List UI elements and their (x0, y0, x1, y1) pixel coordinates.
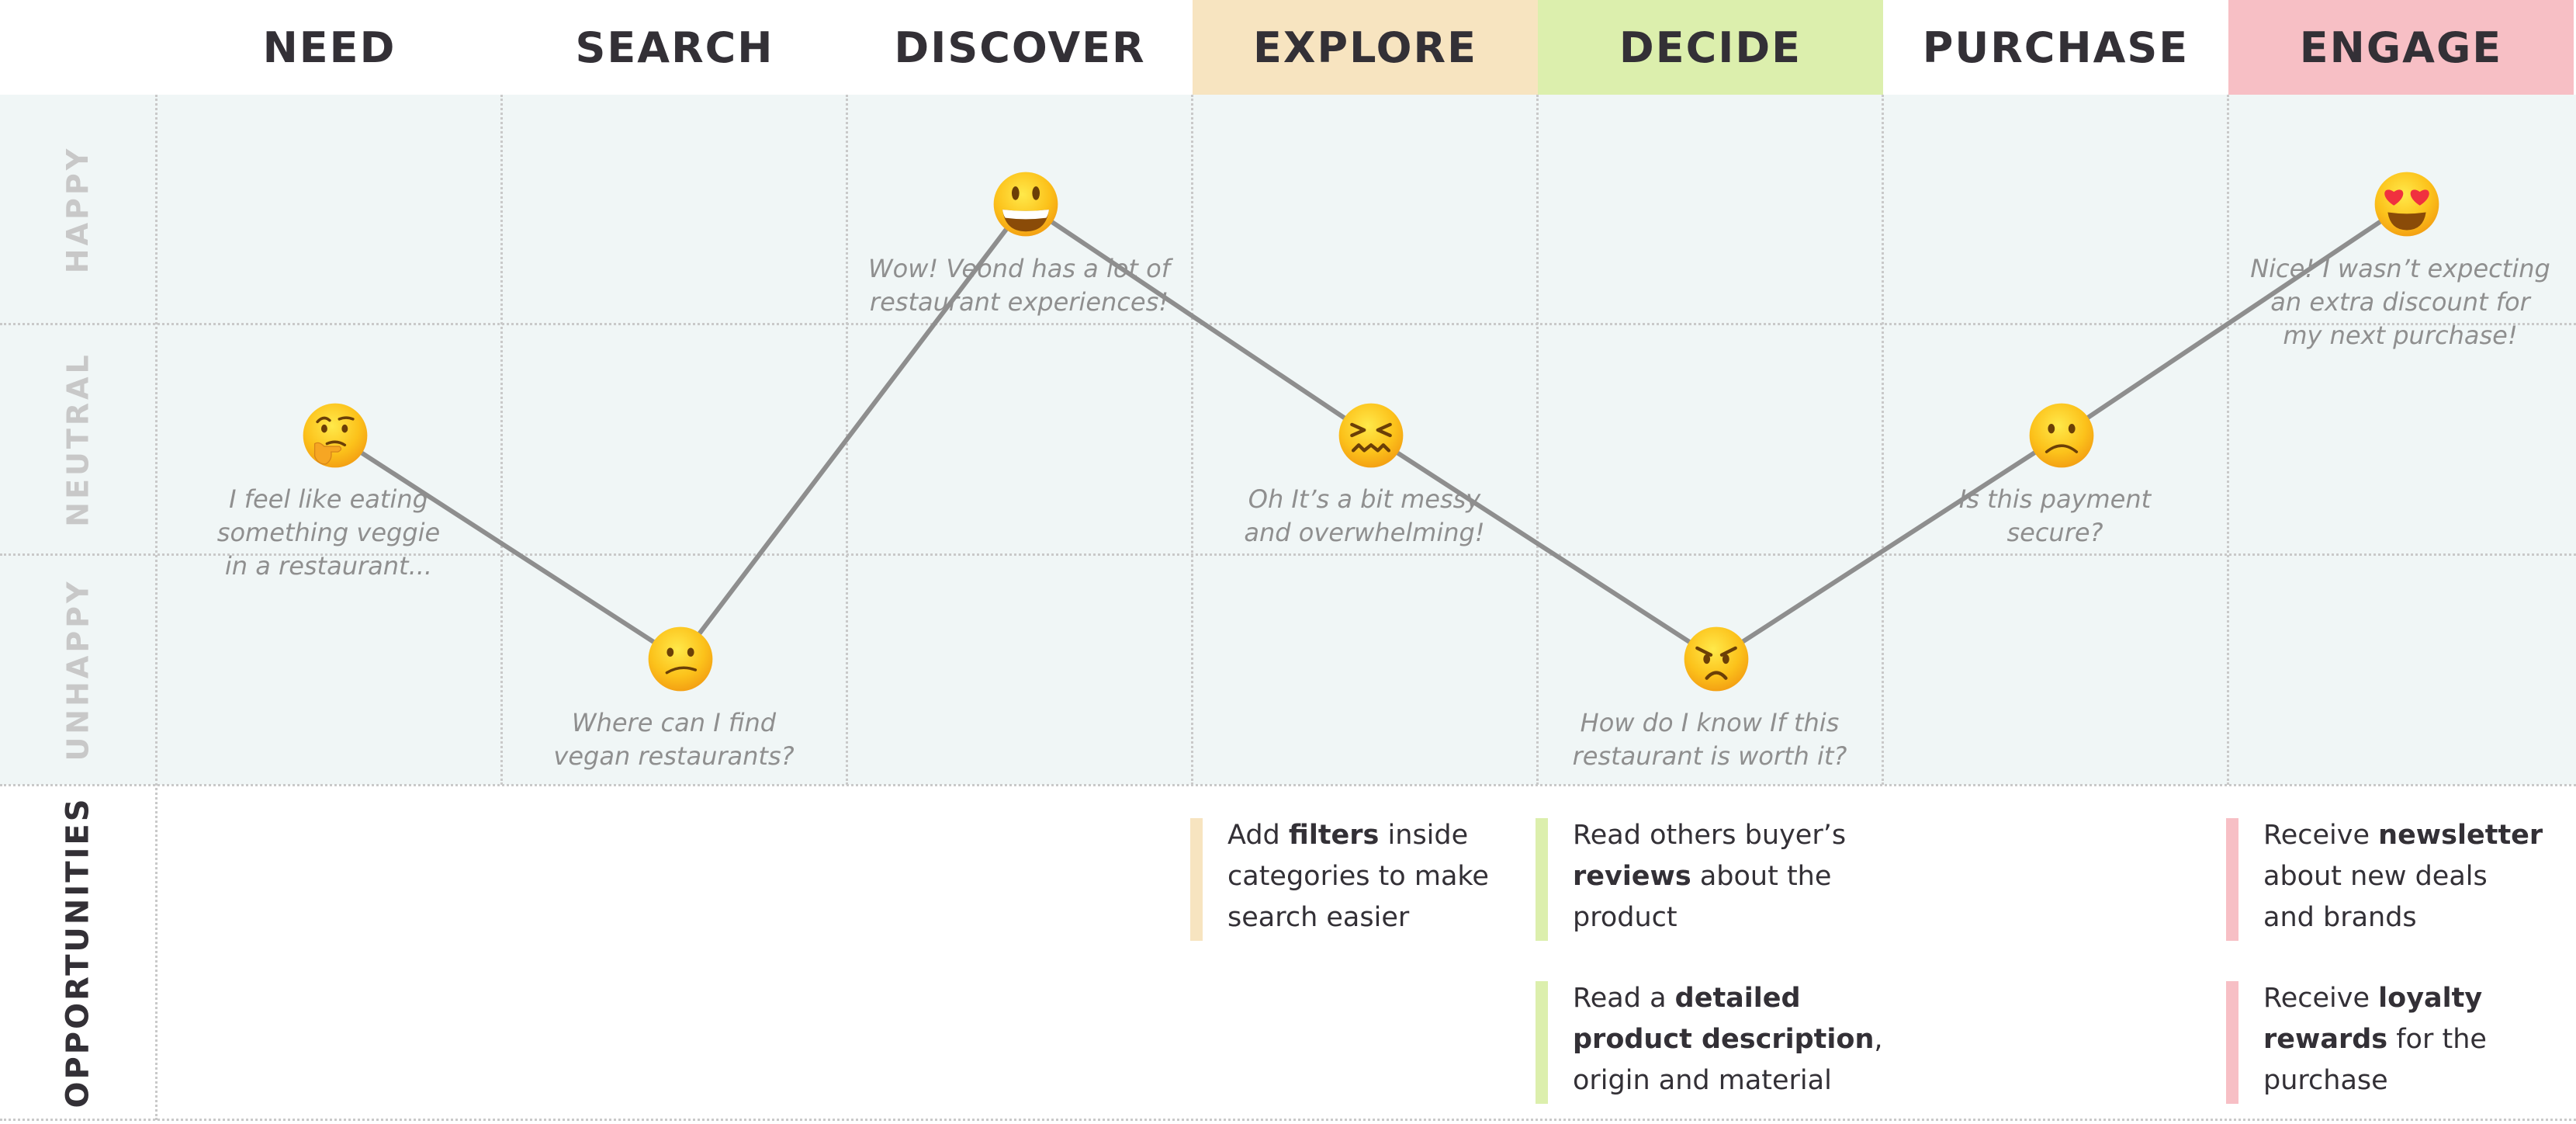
opportunity-text-segment: about the (1691, 861, 1832, 892)
stage-quote-need: I feel like eating something veggie in a r… (166, 483, 492, 583)
quote-line: Oh It’s a bit messy (1248, 484, 1481, 514)
angry-face-icon (1684, 626, 1748, 692)
opportunity-accent-bar (2226, 818, 2238, 941)
opportunity-text-segment: product (1573, 902, 1678, 933)
opportunity-line: Receive newsletter (2263, 815, 2543, 856)
confused-face-icon (648, 626, 712, 692)
thinking-face-icon (303, 403, 367, 468)
opportunity-text-segment: about new deals (2263, 861, 2488, 892)
opportunity-text-segment: Add (1227, 820, 1289, 851)
opportunity-keyword: product description (1573, 1024, 1875, 1055)
opportunity-keyword: detailed (1674, 983, 1801, 1014)
opportunity-keyword: newsletter (2378, 820, 2543, 851)
quote-line: I feel like eating (229, 484, 428, 514)
quote-line: something veggie (216, 518, 441, 547)
journey-segment (1023, 202, 1373, 438)
opportunity-text-segment: Read a (1573, 983, 1675, 1014)
opportunity-text: Receive newsletter about new deals and bra… (2263, 815, 2543, 938)
opportunity-accent-bar (1536, 818, 1548, 941)
opportunity-line: about new deals (2263, 856, 2543, 897)
opportunity-keyword: reviews (1573, 861, 1691, 892)
opportunity-text-segment: search easier (1227, 902, 1410, 933)
opportunity-item: Receive newsletter about new deals and bra… (2226, 818, 2567, 941)
opportunity-text-segment: categories to make (1227, 861, 1489, 892)
opportunity-item: Read a detailed product description, origi… (1536, 981, 1883, 1104)
opportunity-line: origin and material (1573, 1060, 1883, 1101)
quote-line: in a restaurant... (224, 551, 433, 581)
opportunity-text-segment: Receive (2263, 820, 2379, 851)
stage-quote-explore: Oh It’s a bit messy and overwhelming! (1202, 483, 1528, 550)
opportunity-text-segment: and brands (2263, 902, 2417, 933)
stage-quote-purchase: Is this payment secure? (1892, 483, 2218, 550)
opportunity-item: Receive loyalty rewards for the purchase (2226, 981, 2567, 1104)
opportunity-accent-bar (1536, 981, 1548, 1104)
opportunity-text: Receive loyalty rewards for the purchase (2263, 978, 2487, 1101)
opportunity-text-segment: origin and material (1573, 1065, 1832, 1096)
opportunity-line: Receive loyalty (2263, 978, 2487, 1019)
opportunity-line: Read a detailed (1573, 978, 1883, 1019)
stage-quote-engage: Nice! I wasn’t expecting an extra discoun… (2238, 252, 2564, 352)
opportunity-accent-bar (1190, 818, 1203, 941)
quote-line: an extra discount for (2270, 287, 2530, 317)
quote-line: secure? (2006, 518, 2103, 547)
quote-line: vegan restaurants? (553, 741, 795, 771)
opportunity-accent-bar (2226, 981, 2238, 1104)
quote-line: How do I know If this (1580, 708, 1840, 737)
grinning-face-icon (993, 172, 1058, 237)
opportunity-text-segment: inside (1379, 820, 1469, 851)
opportunity-text-segment: Receive (2263, 983, 2379, 1014)
opportunity-item: Add filters inside categories to make sear… (1190, 818, 1532, 941)
opportunity-text: Read a detailed product description, origi… (1573, 978, 1883, 1101)
opportunity-text-segment: , (1874, 1024, 1883, 1055)
opportunity-keyword: filters (1288, 820, 1380, 851)
opportunity-line: reviews about the (1573, 856, 1846, 897)
stage-quote-discover: Wow! Veond has a lot of restaurant experi… (857, 252, 1182, 319)
opportunity-text-segment: purchase (2263, 1065, 2388, 1096)
opportunity-line: categories to make (1227, 856, 1489, 897)
stage-quote-decide: How do I know If this restaurant is worth… (1547, 706, 1873, 773)
opportunity-line: product description, (1573, 1019, 1883, 1060)
confounded-face-icon (1338, 403, 1403, 468)
quote-line: restaurant experiences! (869, 287, 1169, 317)
opportunity-line: and brands (2263, 897, 2543, 938)
opportunity-line: Add filters inside (1227, 815, 1489, 856)
opportunity-line: search easier (1227, 897, 1489, 938)
quote-line: my next purchase! (2283, 321, 2518, 350)
quote-line: Is this payment (1958, 484, 2152, 514)
quote-line: restaurant is worth it? (1572, 741, 1847, 771)
opportunity-line: Read others buyer’s (1573, 815, 1846, 856)
opportunity-text: Add filters inside categories to make sear… (1227, 815, 1489, 938)
quote-line: Nice! I wasn’t expecting (2250, 254, 2550, 283)
opportunity-keyword: rewards (2263, 1024, 2388, 1055)
opportunity-text: Read others buyer’s reviews about the prod… (1573, 815, 1846, 938)
opportunity-item: Read others buyer’s reviews about the prod… (1536, 818, 1877, 941)
opportunity-text-segment: for the (2387, 1024, 2487, 1055)
heart-eyes-face-icon (2374, 172, 2439, 237)
opportunity-line: purchase (2263, 1060, 2487, 1101)
opportunity-text-segment: Read others buyer’s (1573, 820, 1847, 851)
quote-line: and overwhelming! (1244, 518, 1485, 547)
quote-line: Wow! Veond has a lot of (868, 254, 1170, 283)
opportunity-keyword: loyalty (2378, 983, 2483, 1014)
opportunity-line: product (1573, 897, 1846, 938)
slightly-frowning-face-icon (2029, 403, 2093, 468)
quote-line: Where can I find (571, 708, 777, 737)
stage-quote-search: Where can I find vegan restaurants? (511, 706, 837, 773)
opportunity-line: rewards for the (2263, 1019, 2487, 1060)
